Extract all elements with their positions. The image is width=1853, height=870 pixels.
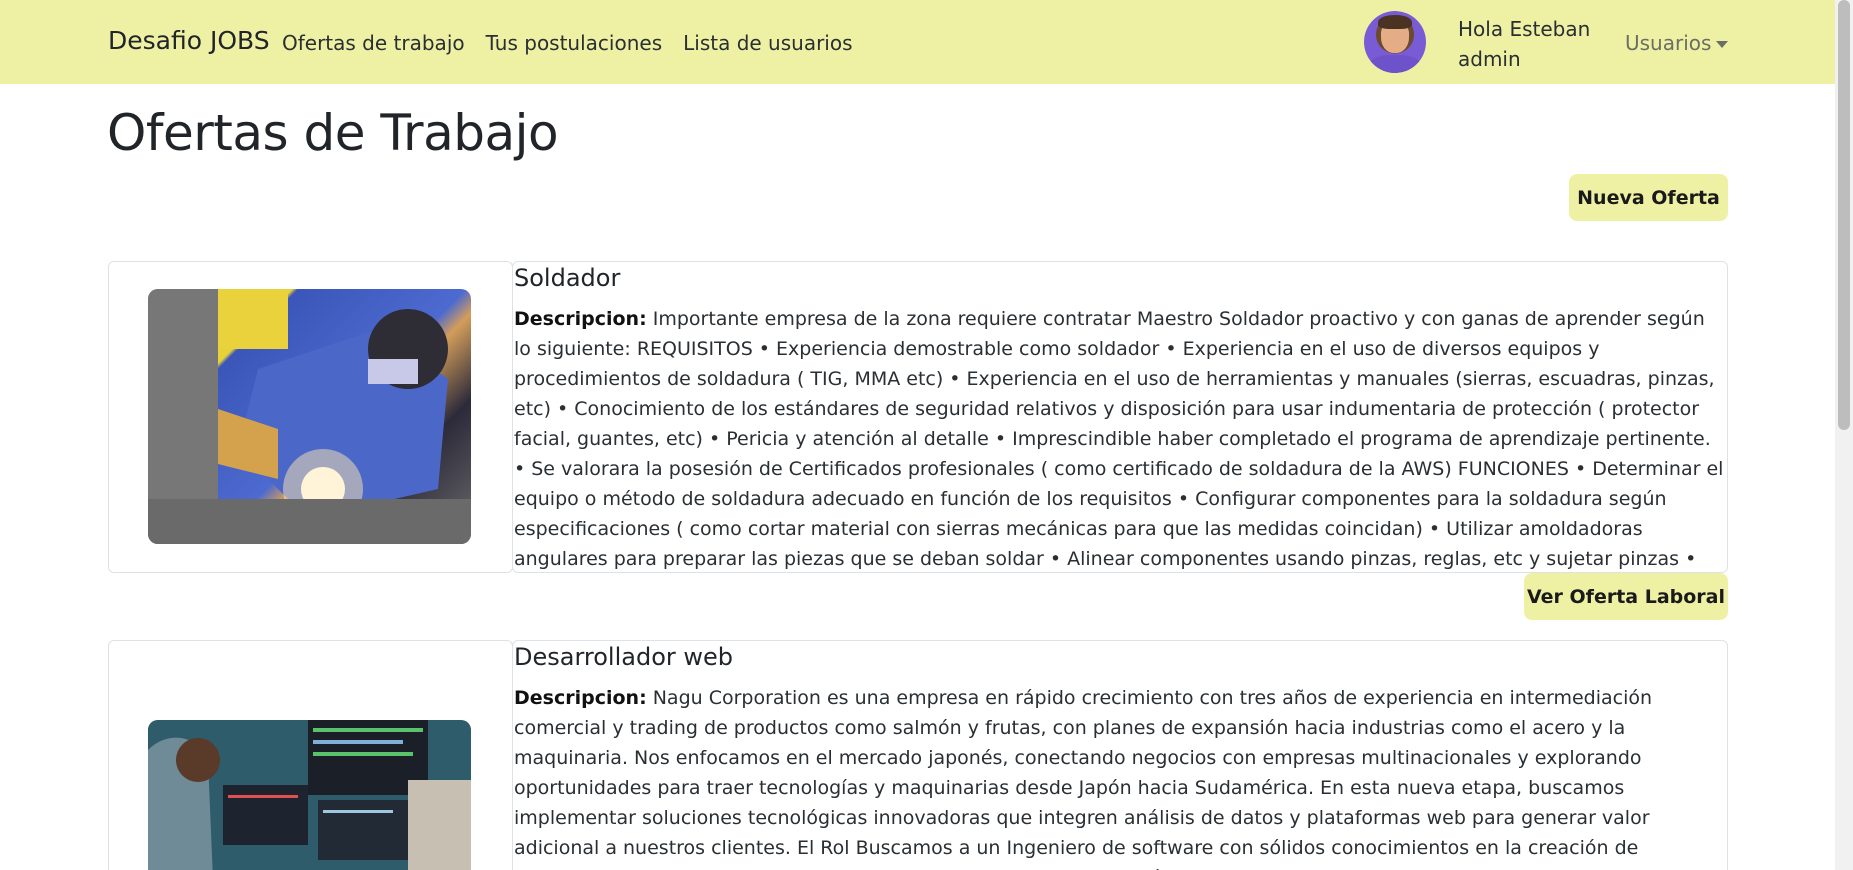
- job-description-card: Desarrollador web Descripcion: Nagu Corp…: [512, 640, 1728, 870]
- view-offer-button[interactable]: Ver Oferta Laboral: [1524, 573, 1728, 620]
- brand-link[interactable]: Desafio JOBS: [108, 26, 270, 55]
- user-dropdown-label: Usuarios: [1625, 31, 1712, 55]
- chevron-down-icon: [1716, 41, 1729, 48]
- description-label: Descripcion:: [514, 687, 647, 709]
- welder-photo: [148, 289, 471, 544]
- job-description: Descripcion: Importante empresa de la zo…: [514, 304, 1726, 572]
- nav-links: Ofertas de trabajo Tus postulaciones Lis…: [282, 31, 874, 55]
- nav-link-ofertas[interactable]: Ofertas de trabajo: [282, 31, 465, 55]
- user-avatar[interactable]: [1364, 11, 1426, 73]
- description-text: Importante empresa de la zona requiere c…: [514, 308, 1724, 570]
- job-title: Desarrollador web: [514, 643, 734, 671]
- nav-link-usuarios[interactable]: Lista de usuarios: [683, 31, 852, 55]
- page-title: Ofertas de Trabajo: [107, 104, 559, 162]
- user-dropdown[interactable]: Usuarios: [1625, 31, 1729, 55]
- nav-link-postulaciones[interactable]: Tus postulaciones: [486, 31, 663, 55]
- scrollbar-thumb[interactable]: [1838, 0, 1850, 430]
- description-label: Descripcion:: [514, 308, 647, 330]
- job-description-card: Soldador Descripcion: Importante empresa…: [512, 261, 1728, 573]
- user-greeting: Hola Esteban admin: [1458, 14, 1590, 74]
- top-navbar: Desafio JOBS Ofertas de trabajo Tus post…: [0, 0, 1835, 84]
- greeting-name: Hola Esteban: [1458, 17, 1591, 41]
- new-offer-button[interactable]: Nueva Oferta: [1569, 174, 1728, 221]
- job-description: Descripcion: Nagu Corporation es una emp…: [514, 683, 1726, 870]
- job-title: Soldador: [514, 264, 621, 292]
- greeting-role: admin: [1458, 47, 1521, 71]
- description-text: Nagu Corporation es una empresa en rápid…: [514, 687, 1653, 870]
- developer-photo: [148, 720, 471, 870]
